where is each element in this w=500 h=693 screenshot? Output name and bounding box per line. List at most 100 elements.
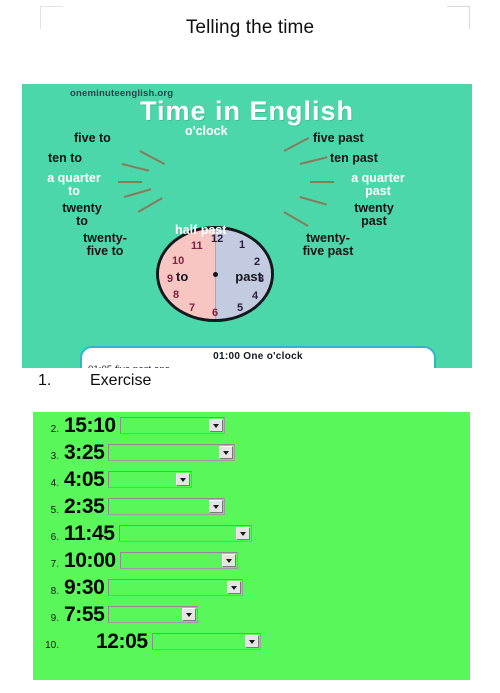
label-quarter-to: a quarter to	[28, 171, 120, 199]
exercise-heading-label: Exercise	[90, 372, 152, 389]
label-twenty-to: twenty to	[40, 201, 124, 229]
label-five-to: five to	[74, 131, 111, 145]
clock-number-7: 7	[189, 302, 196, 314]
chevron-down-icon[interactable]	[221, 554, 236, 567]
clock-number-8: 8	[173, 289, 180, 301]
chevron-down-icon[interactable]	[182, 608, 197, 621]
spoke-five-to	[139, 150, 166, 165]
label-twentyfive-to-line1: twenty-	[83, 231, 127, 245]
answer-dropdown[interactable]	[108, 579, 244, 596]
exercise-row: 10. 12:05	[33, 628, 470, 655]
clock-number-10: 10	[172, 255, 185, 267]
caret-glyph	[186, 612, 193, 617]
exercise-row-number: 7.	[50, 559, 59, 570]
exercise-row-number: 10.	[45, 640, 59, 651]
chevron-down-icon[interactable]	[176, 473, 191, 486]
exercise-row-time: 7:55	[64, 602, 105, 626]
label-five-past: five past	[313, 131, 364, 145]
page-title: Telling the time	[185, 17, 315, 38]
exercise-row-number: 5.	[50, 505, 59, 516]
caret-glyph	[225, 558, 232, 563]
chevron-down-icon[interactable]	[235, 527, 250, 540]
spoke-twenty-to	[123, 188, 152, 198]
exercise-row: 5. 2:35	[33, 493, 470, 520]
spoke-ten-past	[299, 156, 328, 165]
chevron-down-icon[interactable]	[244, 635, 259, 648]
exercise-row-time: 9:30	[64, 575, 105, 599]
chevron-down-icon[interactable]	[227, 581, 242, 594]
answer-dropdown[interactable]	[108, 444, 236, 461]
poster-heading: Time in English	[139, 96, 355, 126]
exercise-block: 2. 15:10 3. 3:25 4. 4:05 5. 2:35 6. 11:45 7. 10:00 8…	[33, 412, 470, 680]
time-examples-card: 01:00 One o'clock 01:05 five past one 01…	[80, 346, 436, 368]
spoke-five-past	[283, 136, 310, 152]
card-left-item: 01:05 five past one	[88, 364, 280, 368]
card-header: 01:00 One o'clock	[213, 351, 303, 362]
label-quarter-past-line1: a quarter	[351, 171, 405, 185]
exercise-row: 4. 4:05	[33, 466, 470, 493]
label-twenty-to-line1: twenty	[62, 201, 102, 215]
exercise-row-number: 8.	[50, 586, 59, 597]
answer-dropdown[interactable]	[108, 606, 199, 623]
exercise-row-number: 3.	[50, 451, 59, 462]
label-quarter-to-line2: to	[68, 184, 80, 199]
caret-glyph	[213, 504, 220, 509]
caret-glyph	[248, 639, 255, 644]
exercise-row-time: 12:05	[96, 629, 148, 653]
clock-number-5: 5	[237, 302, 244, 314]
time-in-english-poster: oneminuteenglish.org Time in English to …	[22, 84, 472, 368]
exercise-row: 7. 10:00	[33, 547, 470, 574]
answer-dropdown[interactable]	[108, 498, 226, 515]
exercise-row: 9. 7:55	[33, 601, 470, 628]
exercise-row-time: 4:05	[64, 467, 105, 491]
clock-number-11: 11	[191, 240, 203, 252]
chevron-down-icon[interactable]	[208, 419, 223, 432]
exercise-row-time: 2:35	[64, 494, 105, 518]
chevron-down-icon[interactable]	[209, 500, 224, 513]
label-twentyfive-to: twenty- five to	[60, 231, 150, 259]
label-twenty-to-line2: to	[76, 214, 88, 229]
answer-dropdown[interactable]	[108, 471, 193, 488]
exercise-row-number: 4.	[50, 478, 59, 489]
answer-dropdown[interactable]	[119, 552, 238, 569]
label-twenty-past-line2: past	[361, 214, 387, 229]
chevron-down-icon[interactable]	[219, 446, 234, 459]
exercise-row-number: 6.	[50, 532, 59, 543]
label-twentyfive-past-line1: twenty-	[306, 231, 350, 245]
spoke-quarter-to	[118, 181, 142, 183]
spoke-twentyfive-to	[137, 197, 163, 213]
answer-dropdown[interactable]	[119, 417, 225, 434]
clock-face: to past 12 1 2 3 4 5 6 7 8 9 10 11	[156, 226, 274, 322]
exercise-row-time: 3:25	[64, 440, 105, 464]
label-twenty-past: twenty past	[332, 201, 416, 229]
answer-dropdown[interactable]	[151, 633, 261, 650]
exercise-row-number: 2.	[50, 424, 59, 435]
label-twentyfive-to-line2: five to	[86, 244, 124, 259]
label-oclock: o'clock	[185, 124, 228, 138]
clock-number-9: 9	[167, 273, 174, 285]
exercise-row: 8. 9:30	[33, 574, 470, 601]
label-twentyfive-past: twenty- five past	[278, 231, 378, 259]
caret-glyph	[180, 477, 187, 482]
spoke-ten-to	[121, 163, 150, 172]
answer-dropdown[interactable]	[118, 525, 252, 542]
exercise-row: 6. 11:45	[33, 520, 470, 547]
label-twentyfive-past-line2: five past	[302, 244, 354, 259]
exercise-row-time: 15:10	[64, 413, 116, 437]
exercise-row-time: 10:00	[64, 548, 116, 572]
exercise-row: 3. 3:25	[33, 439, 470, 466]
caret-glyph	[212, 423, 219, 428]
caret-glyph	[239, 531, 246, 536]
card-left-column: 01:05 five past one 01:10 ten past one 0…	[88, 364, 280, 368]
spoke-twenty-past	[299, 196, 328, 206]
label-quarter-past-line2: past	[365, 184, 391, 199]
clock-number-1: 1	[239, 239, 246, 251]
caret-glyph	[223, 450, 230, 455]
clock-number-3: 3	[258, 273, 265, 285]
label-ten-to: ten to	[48, 151, 83, 165]
exercise-row-time: 11:45	[64, 521, 115, 545]
clock-center-dot	[213, 272, 218, 277]
clock-number-2: 2	[254, 256, 261, 268]
label-half-past: half past	[175, 223, 227, 237]
spoke-twentyfive-past	[283, 211, 309, 227]
